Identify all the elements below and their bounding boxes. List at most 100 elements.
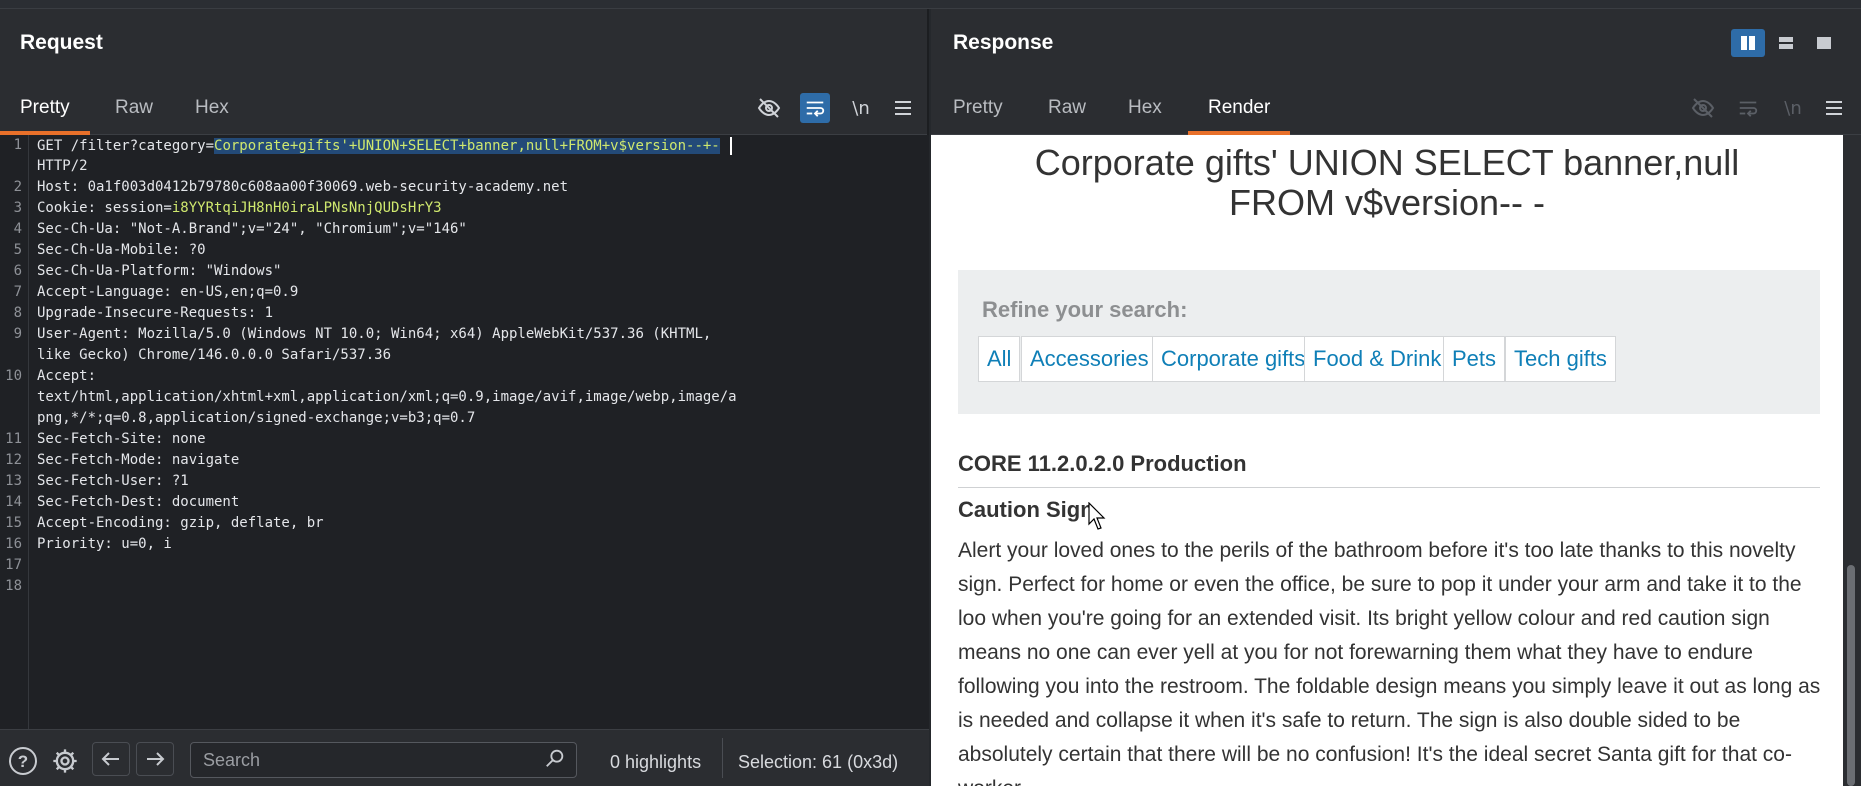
line-number: 16: [5, 536, 22, 552]
line-number: 3: [13, 200, 22, 216]
bottom-toolbar: ? Search 0 highlights Selection: 61 (0x3…: [0, 729, 929, 786]
eye-off-icon[interactable]: [754, 93, 784, 123]
request-editor[interactable]: 1 GET /filter?category=Corporate+gifts'+U…: [0, 135, 929, 729]
line-number: 11: [5, 431, 22, 447]
code-line: text/html,application/xhtml+xml,applicat…: [37, 389, 737, 405]
request-panel: Request Pretty Raw Hex \n 1 GET /filter?c…: [0, 9, 929, 786]
filter-food-drink[interactable]: Food & Drink: [1304, 336, 1451, 382]
wrap-icon: [1733, 93, 1763, 123]
line-number: 2: [13, 179, 22, 195]
split-vertical-icon[interactable]: [1731, 29, 1765, 57]
svg-text:?: ?: [18, 752, 28, 771]
response-tabs: Pretty Raw Hex Render \n: [931, 83, 1861, 135]
code-line: Sec-Fetch-Mode: navigate: [37, 452, 240, 468]
line-number: 12: [5, 452, 22, 468]
search-icon[interactable]: [544, 747, 566, 775]
selected-payload: Corporate+gifts'+UNION+SELECT+banner,nul…: [214, 138, 720, 154]
line-number: 4: [13, 221, 22, 237]
code-line: Accept:: [37, 368, 97, 384]
top-bar: [0, 0, 1861, 9]
heading-line-1: Corporate gifts' UNION SELECT banner,nul…: [1034, 142, 1740, 183]
code-line: User-Agent: Mozilla/5.0 (Windows NT 10.0…: [37, 326, 712, 342]
response-title: Response: [953, 31, 1054, 54]
code-line: Priority: u=0, i: [37, 536, 172, 552]
product-description: Alert your loved ones to the perils of t…: [958, 539, 1821, 786]
line-number: 18: [5, 578, 22, 594]
line-number: 6: [13, 263, 22, 279]
selection-info: Selection: 61 (0x3d): [738, 752, 899, 772]
render-view: Corporate gifts' UNION SELECT banner,nul…: [931, 135, 1861, 786]
code-text: GET /filter?category=: [37, 138, 215, 154]
tab-pretty[interactable]: Pretty: [0, 97, 90, 135]
tab-raw[interactable]: Raw: [115, 97, 153, 135]
eye-off-icon: [1688, 93, 1718, 123]
code-line: Sec-Ch-Ua-Mobile: ?0: [37, 242, 206, 258]
highlight-count: 0 highlights: [610, 752, 702, 772]
code-line: HTTP/2: [37, 158, 88, 174]
refine-search-box: Refine your search: All Accessories Corp…: [958, 270, 1820, 414]
line-number: 7: [13, 284, 22, 300]
filter-accessories[interactable]: Accessories: [1021, 336, 1158, 382]
product-name-banner: CORE 11.2.0.2.0 Production: [958, 451, 1247, 476]
split-horizontal-icon[interactable]: [1769, 29, 1803, 57]
menu-icon[interactable]: [888, 93, 918, 123]
code-line: Sec-Ch-Ua: "Not-A.Brand";v="24", "Chromi…: [37, 221, 467, 237]
request-title: Request: [20, 31, 103, 54]
search-input[interactable]: Search: [190, 742, 577, 778]
wrap-icon[interactable]: [800, 93, 830, 123]
forward-button[interactable]: [136, 742, 174, 776]
help-icon[interactable]: ?: [6, 744, 40, 778]
code-line: Sec-Fetch-Dest: document: [37, 494, 240, 510]
code-line: Accept-Encoding: gzip, deflate, br: [37, 515, 324, 531]
line-number: 14: [5, 494, 22, 510]
filter-all[interactable]: All: [978, 336, 1021, 382]
code-text: Cookie: session=: [37, 200, 172, 216]
code-line: like Gecko) Chrome/146.0.0.0 Safari/537.…: [37, 347, 392, 363]
layout-toggle: [1731, 29, 1841, 59]
mouse-cursor-icon: [1088, 502, 1106, 530]
code-line: Sec-Ch-Ua-Platform: "Windows": [37, 263, 282, 279]
response-panel: Response Pretty Raw Hex Render \n Corpor…: [931, 9, 1861, 786]
line-number: 17: [5, 557, 22, 573]
code-line: png,*/*;q=0.8,application/signed-exchang…: [37, 410, 476, 426]
code-line: Upgrade-Insecure-Requests: 1: [37, 305, 274, 321]
cookie-value: i8YYRtqiJH8nH0iraLPNsNnjQUDsHrY3: [171, 200, 442, 216]
page-heading: Corporate gifts' UNION SELECT banner,nul…: [931, 143, 1843, 223]
newline-icon[interactable]: \n: [846, 93, 876, 123]
scrollbar-thumb[interactable]: [1847, 565, 1855, 786]
line-number: 1: [13, 137, 22, 153]
line-number: 8: [13, 305, 22, 321]
code-line: Sec-Fetch-Site: none: [37, 431, 206, 447]
code-line: Host: 0a1f003d0412b79780c608aa00f30069.w…: [37, 179, 569, 195]
heading-line-2: FROM v$version-- -: [1228, 182, 1546, 223]
request-tabs: Pretty Raw Hex \n: [0, 83, 927, 135]
refine-label: Refine your search:: [982, 297, 1188, 322]
tab-hex[interactable]: Hex: [195, 97, 229, 135]
tab-raw[interactable]: Raw: [1048, 97, 1086, 135]
filter-tech-gifts[interactable]: Tech gifts: [1505, 336, 1616, 382]
tab-render[interactable]: Render: [1187, 97, 1291, 135]
search-placeholder: Search: [203, 750, 261, 770]
single-pane-icon[interactable]: [1807, 29, 1841, 57]
divider: [958, 487, 1820, 488]
tab-pretty[interactable]: Pretty: [953, 97, 1003, 135]
rendered-page: Corporate gifts' UNION SELECT banner,nul…: [931, 135, 1843, 786]
code-line: Cookie: session=i8YYRtqiJH8nH0iraLPNsNnj…: [37, 200, 442, 216]
filter-pets[interactable]: Pets: [1443, 336, 1506, 382]
filter-corporate-gifts[interactable]: Corporate gifts: [1152, 336, 1315, 382]
line-number: 13: [5, 473, 22, 489]
line-number: 9: [13, 326, 22, 342]
product-name: Caution Sign: [958, 497, 1094, 522]
newline-icon: \n: [1784, 97, 1802, 119]
line-number: 5: [13, 242, 22, 258]
gear-icon[interactable]: [48, 744, 82, 778]
line-number: 10: [5, 368, 22, 384]
back-button[interactable]: [92, 742, 130, 776]
code-line: Accept-Language: en-US,en;q=0.9: [37, 284, 299, 300]
divider: [722, 738, 723, 778]
text-cursor: [729, 137, 732, 155]
line-number: 15: [5, 515, 22, 531]
menu-icon[interactable]: [1819, 93, 1849, 123]
tab-hex[interactable]: Hex: [1128, 97, 1162, 135]
code-line: GET /filter?category=Corporate+gifts'+UN…: [37, 137, 732, 155]
